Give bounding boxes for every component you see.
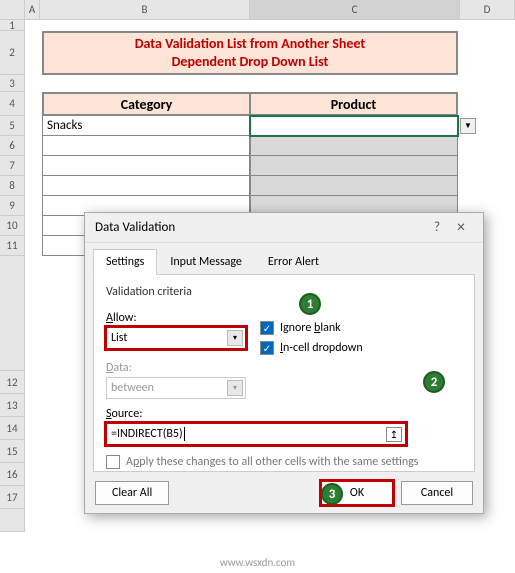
cell-c7[interactable] [250, 156, 458, 176]
data-validation-dialog: Data Validation ? × Settings Input Messa… [84, 212, 484, 514]
col-header-c[interactable]: C [250, 0, 460, 19]
title-line1: Data Validation List from Another Sheet [135, 35, 366, 53]
row-header[interactable]: 17 [0, 486, 25, 509]
watermark: www.wsxdn.com [0, 556, 515, 569]
table-header-category[interactable]: Category [42, 92, 251, 116]
table-header-product[interactable]: Product [251, 92, 458, 116]
tab-error-alert[interactable]: Error Alert [255, 249, 332, 275]
data-label: Data: [106, 361, 462, 375]
title-line2: Dependent Drop Down List [135, 53, 366, 71]
row-header[interactable]: 2 [0, 31, 25, 75]
row-header[interactable]: 14 [0, 417, 25, 440]
row-header[interactable]: 13 [0, 394, 25, 417]
row-header[interactable]: 4 [0, 92, 25, 116]
col-header-b[interactable]: B [40, 0, 250, 19]
chevron-down-icon: ▾ [227, 380, 243, 396]
source-input[interactable]: =INDIRECT(B5) ↥ [106, 423, 406, 445]
cancel-button[interactable]: Cancel [401, 481, 473, 505]
cell-c6[interactable] [250, 136, 458, 156]
dialog-title: Data Validation [95, 220, 425, 235]
chevron-down-icon[interactable]: ▾ [227, 330, 243, 346]
cell-b7[interactable] [42, 156, 250, 176]
cell-b8[interactable] [42, 176, 250, 196]
allow-value: List [111, 331, 127, 345]
cell-c8[interactable] [250, 176, 458, 196]
callout-3: 3 [321, 483, 343, 505]
select-all-corner[interactable] [0, 0, 25, 19]
row-header[interactable]: 9 [0, 196, 25, 216]
checkbox-icon[interactable]: ✓ [106, 455, 120, 469]
incell-label: In-cell dropdown [280, 341, 363, 355]
row-header[interactable]: 11 [0, 236, 25, 256]
tab-input-message[interactable]: Input Message [157, 249, 255, 275]
cell-b6[interactable] [42, 136, 250, 156]
callout-1: 1 [299, 293, 321, 315]
data-value: between [111, 381, 154, 395]
row-header[interactable]: 5 [0, 116, 25, 136]
row-header[interactable] [0, 256, 25, 371]
sheet-title: Data Validation List from Another Sheet … [42, 31, 458, 75]
row-header[interactable]: 10 [0, 216, 25, 236]
row-header[interactable]: 1 [0, 20, 25, 31]
dialog-tabs: Settings Input Message Error Alert [85, 243, 483, 275]
range-picker-icon[interactable]: ↥ [386, 427, 402, 442]
data-combo: between ▾ [106, 377, 246, 399]
allow-combo[interactable]: List ▾ [106, 327, 246, 349]
dropdown-icon[interactable]: ▼ [460, 118, 476, 134]
row-header[interactable] [0, 509, 25, 532]
col-header-d[interactable]: D [460, 0, 515, 19]
source-label: Source: [106, 407, 462, 421]
cell-c5[interactable] [250, 116, 458, 136]
checkbox-icon: ✓ [260, 321, 274, 335]
row-header[interactable]: 3 [0, 75, 25, 92]
checkbox-icon: ✓ [260, 341, 274, 355]
source-value: =INDIRECT(B5) [111, 427, 183, 441]
row-header[interactable]: 7 [0, 156, 25, 176]
col-header-a[interactable]: A [25, 0, 40, 19]
incell-dropdown-check[interactable]: ✓ In-cell dropdown [260, 341, 363, 355]
ignore-blank-check[interactable]: ✓ Ignore blank [260, 321, 363, 335]
dialog-buttons: Clear All OK Cancel [95, 481, 473, 505]
row-header[interactable]: 16 [0, 463, 25, 486]
callout-2: 2 [423, 371, 445, 393]
clear-all-button[interactable]: Clear All [95, 481, 169, 505]
row-headers: 1 2 3 4 5 6 7 8 9 10 11 12 13 14 15 16 1… [0, 20, 25, 532]
validation-criteria-label: Validation criteria [106, 285, 462, 299]
apply-all-label: Apply these changes to all other cells w… [126, 455, 419, 469]
settings-panel: Validation criteria AAllow:llow: List ▾ … [93, 274, 475, 472]
help-icon[interactable]: ? [425, 220, 449, 235]
row-header[interactable]: 8 [0, 176, 25, 196]
dialog-titlebar[interactable]: Data Validation ? × [85, 213, 483, 243]
row-header[interactable]: 6 [0, 136, 25, 156]
allow-label: AAllow:llow: [106, 311, 246, 325]
column-headers: A B C D [0, 0, 515, 20]
cell-b5[interactable]: Snacks [42, 116, 250, 136]
tab-settings[interactable]: Settings [93, 249, 157, 275]
row-header[interactable]: 12 [0, 371, 25, 394]
row-header[interactable]: 15 [0, 440, 25, 463]
ignore-blank-label: Ignore blank [280, 321, 341, 335]
close-icon[interactable]: × [449, 218, 473, 237]
